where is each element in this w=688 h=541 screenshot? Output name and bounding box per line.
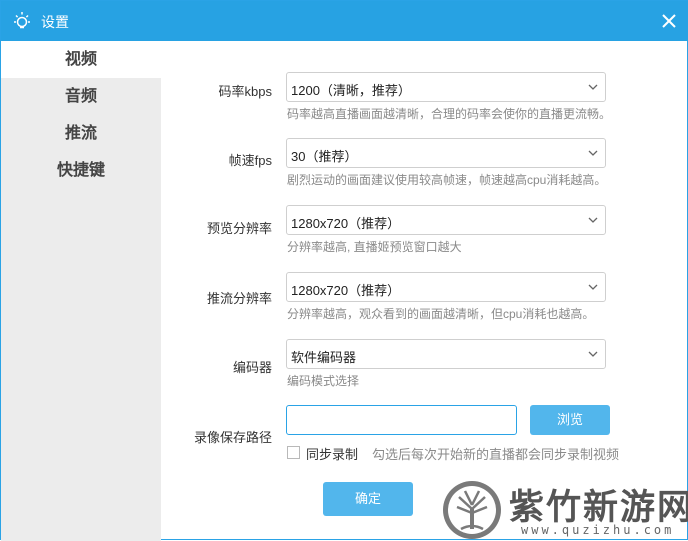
sync-record-hint: 勾选后每次开始新的直播都会同步录制视频 (372, 447, 620, 462)
encoder-hint: 编码模式选择 (287, 374, 360, 388)
sidebar-item-stream[interactable]: 推流 (1, 115, 161, 152)
bitrate-label: 码率kbps (218, 84, 272, 99)
chevron-down-icon (588, 84, 598, 90)
stream-resolution-hint: 分辨率越高，观众看到的画面越清晰，但cpu消耗也越高。 (287, 307, 595, 321)
encoder-label: 编码器 (232, 360, 272, 375)
preview-resolution-value: 1280x720（推荐） (291, 216, 401, 231)
tree-logo-icon (443, 481, 501, 539)
ok-button[interactable]: 确定 (323, 482, 413, 516)
settings-window: 设置 视频 音频 推流 快捷键 码率kbps 1200（清晰，推荐） 码率越高直… (0, 0, 688, 541)
preview-resolution-label: 预览分辨率 (206, 221, 272, 236)
encoder-value: 软件编码器 (291, 350, 357, 365)
bitrate-value: 1200（清晰，推荐） (291, 83, 411, 98)
stream-resolution-value: 1280x720（推荐） (291, 283, 401, 298)
chevron-down-icon (588, 217, 598, 223)
watermark-url: www.quzizhu.com (521, 523, 675, 537)
chevron-down-icon (588, 284, 598, 290)
sync-record-checkbox[interactable] (287, 446, 300, 459)
preview-resolution-hint: 分辨率越高, 直播姬预览窗口越大 (287, 240, 462, 254)
fps-select[interactable]: 30（推荐） (286, 138, 606, 168)
lightbulb-icon (14, 12, 30, 29)
sidebar: 视频 音频 推流 快捷键 (1, 41, 161, 541)
sidebar-item-audio[interactable]: 音频 (1, 78, 161, 115)
chevron-down-icon (588, 351, 598, 357)
fps-value: 30（推荐） (291, 149, 358, 164)
stream-resolution-select[interactable]: 1280x720（推荐） (286, 272, 606, 302)
encoder-select[interactable]: 软件编码器 (286, 339, 606, 369)
record-path-input[interactable] (286, 405, 517, 435)
browse-button[interactable]: 浏览 (530, 405, 610, 435)
sync-record-label[interactable]: 同步录制 (306, 444, 358, 463)
preview-resolution-select[interactable]: 1280x720（推荐） (286, 205, 606, 235)
fps-hint: 剧烈运动的画面建议使用较高帧速，帧速越高cpu消耗越高。 (287, 173, 607, 187)
sidebar-item-shortcuts[interactable]: 快捷键 (1, 152, 161, 189)
fps-label: 帧速fps (228, 153, 272, 168)
bitrate-hint: 码率越高直播画面越清晰，合理的码率会使你的直播更流畅。 (287, 107, 612, 121)
bitrate-select[interactable]: 1200（清晰，推荐） (286, 72, 606, 102)
close-icon[interactable] (655, 7, 683, 35)
window-title: 设置 (41, 14, 69, 30)
title-bar: 设置 (1, 1, 688, 41)
sidebar-item-video[interactable]: 视频 (1, 41, 161, 78)
stream-resolution-label: 推流分辨率 (206, 291, 272, 306)
record-path-label: 录像保存路径 (193, 430, 272, 445)
chevron-down-icon (588, 150, 598, 156)
